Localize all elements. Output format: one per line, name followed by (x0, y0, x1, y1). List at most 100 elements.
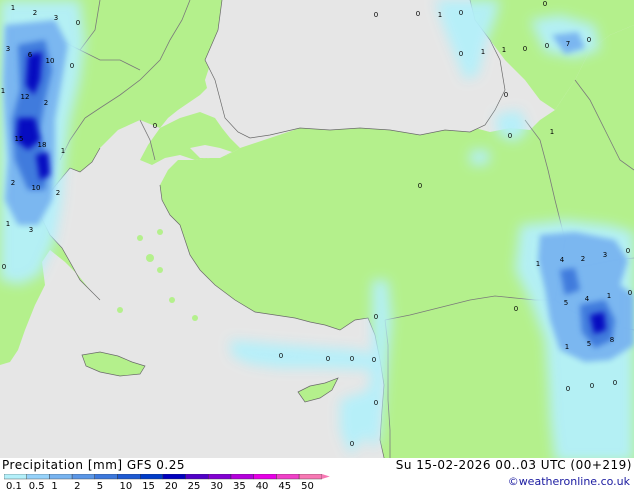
precipitation-map: 123036100112201518121021300 0 1 00 1 1 0 0 7 0000… (0, 0, 634, 462)
precip-value-label: 3 (54, 14, 58, 22)
precip-value-label: 4 (560, 256, 565, 264)
precip-value-label: 0 (613, 379, 617, 387)
precip-value-label: 1 (11, 4, 15, 12)
scale-label: 30 (210, 481, 223, 490)
precip-value-label: 1 (502, 46, 506, 54)
scale-swatch (4, 474, 27, 480)
precip-value-label: 0 (418, 182, 422, 190)
scale-label: 50 (301, 481, 314, 490)
precip-value-label: 0 (153, 122, 157, 130)
land-island (157, 229, 163, 235)
scale-label: 35 (233, 481, 246, 490)
precip-value-label: 0 (70, 62, 74, 70)
precip-value-label: 2 (11, 179, 15, 187)
precip-value-label: 0 (326, 355, 330, 363)
footer-bar: Precipitation [mm] GFS 0.25 Su 15-02-202… (0, 458, 634, 490)
precip-value-label: 1 (6, 220, 10, 228)
precip-value-label: 0 (459, 50, 463, 58)
scale-swatch (185, 474, 209, 480)
source-credit: ©weatheronline.co.uk (507, 475, 630, 488)
precip-value-label: 0 (626, 247, 630, 255)
land-island (169, 297, 175, 303)
precip-value-label: 0 (374, 11, 378, 19)
land-island (192, 315, 198, 321)
scale-label: 0.1 (6, 481, 22, 490)
precip-value-label: 18 (38, 141, 47, 149)
land-island (117, 307, 123, 313)
precip-value-label: 3 (6, 45, 10, 53)
precip-value-label: 1 (61, 147, 65, 155)
scale-swatch (230, 474, 254, 480)
precip-value-label: 0 (374, 313, 378, 321)
precip-value-label: 0 (372, 356, 376, 364)
precip-value-label: 0 (374, 399, 378, 407)
scale-swatch (26, 474, 50, 480)
scale-label: 1 (51, 481, 57, 490)
precip-value-label: 0 (504, 91, 508, 99)
scale-swatch (298, 474, 323, 480)
map-title: Precipitation [mm] GFS 0.25 (2, 458, 186, 472)
precip-value-label: 0 (416, 10, 420, 18)
scale-swatch (94, 474, 118, 480)
precip-value-label: 2 (33, 9, 37, 17)
precip-value-label: 0 (279, 352, 283, 360)
scale-label: 25 (188, 481, 201, 490)
scale-swatch (139, 474, 164, 480)
precip-value-label: 4 (585, 295, 590, 303)
precip-value-label: 2 (44, 99, 48, 107)
scale-swatch (49, 474, 73, 480)
precip-value-label: 0 (350, 440, 354, 448)
precip-value-label: 8 (610, 336, 614, 344)
color-scale-legend: 0.1 0.5 1 2 5 10 15 20 25 30 35 40 45 50 (4, 474, 330, 490)
precip-value-label: 3 (29, 226, 33, 234)
precip-value-label: 0 (587, 36, 591, 44)
precip-value-label: 0 (350, 355, 354, 363)
precip-value-label: 5 (564, 299, 568, 307)
precip-value-label: 0 (523, 45, 527, 53)
precip-value-label: 1 (438, 11, 442, 19)
precip-value-label: 2 (56, 189, 60, 197)
precip-value-label: 0 (2, 263, 6, 271)
scale-label: 0.5 (29, 481, 45, 490)
scale-label: 45 (278, 481, 291, 490)
scale-swatch (276, 474, 300, 480)
precip-value-label: 0 (590, 382, 594, 390)
scale-arrow (321, 474, 330, 479)
precip-value-label: 0 (76, 19, 80, 27)
scale-label: 40 (256, 481, 269, 490)
precip-value-label: 0 (459, 9, 463, 17)
precip-value-label: 1 (481, 48, 485, 56)
forecast-time: Su 15-02-2026 00..03 UTC (00+219) (395, 458, 632, 472)
land-island (157, 267, 163, 273)
land-island (146, 254, 154, 262)
precip-value-label: 7 (566, 40, 570, 48)
precip-value-label: 5 (587, 340, 591, 348)
scale-label: 5 (97, 481, 103, 490)
land-island (137, 235, 143, 241)
precip-value-label: 1 (565, 343, 569, 351)
precip-value-label: 15 (15, 135, 24, 143)
scale-swatch (208, 474, 232, 480)
precip-value-label: 0 (508, 132, 512, 140)
precip-value-label: 6 (28, 51, 33, 59)
precip-value-label: 1 (536, 260, 540, 268)
precip-value-label: 10 (46, 57, 55, 65)
precip-value-label: 1 (1, 87, 5, 95)
scale-label: 15 (142, 481, 155, 490)
precip-value-label: 10 (32, 184, 41, 192)
precip-value-label: 1 (607, 292, 611, 300)
scale-label: 10 (120, 481, 133, 490)
scale-swatch (71, 474, 95, 480)
precip-value-label: 12 (21, 93, 30, 101)
precip-value-label: 0 (543, 0, 547, 8)
precip-value-label: 3 (603, 251, 607, 259)
precip-value-label: 0 (514, 305, 518, 313)
precip-value-label: 1 (550, 128, 554, 136)
precip-value-label: 0 (566, 385, 570, 393)
scale-swatch (162, 474, 186, 480)
precip-value-label: 2 (581, 255, 585, 263)
precip-value-label: 0 (545, 42, 549, 50)
scale-label: 20 (165, 481, 178, 490)
scale-swatch (253, 474, 277, 480)
scale-swatch (117, 474, 141, 480)
